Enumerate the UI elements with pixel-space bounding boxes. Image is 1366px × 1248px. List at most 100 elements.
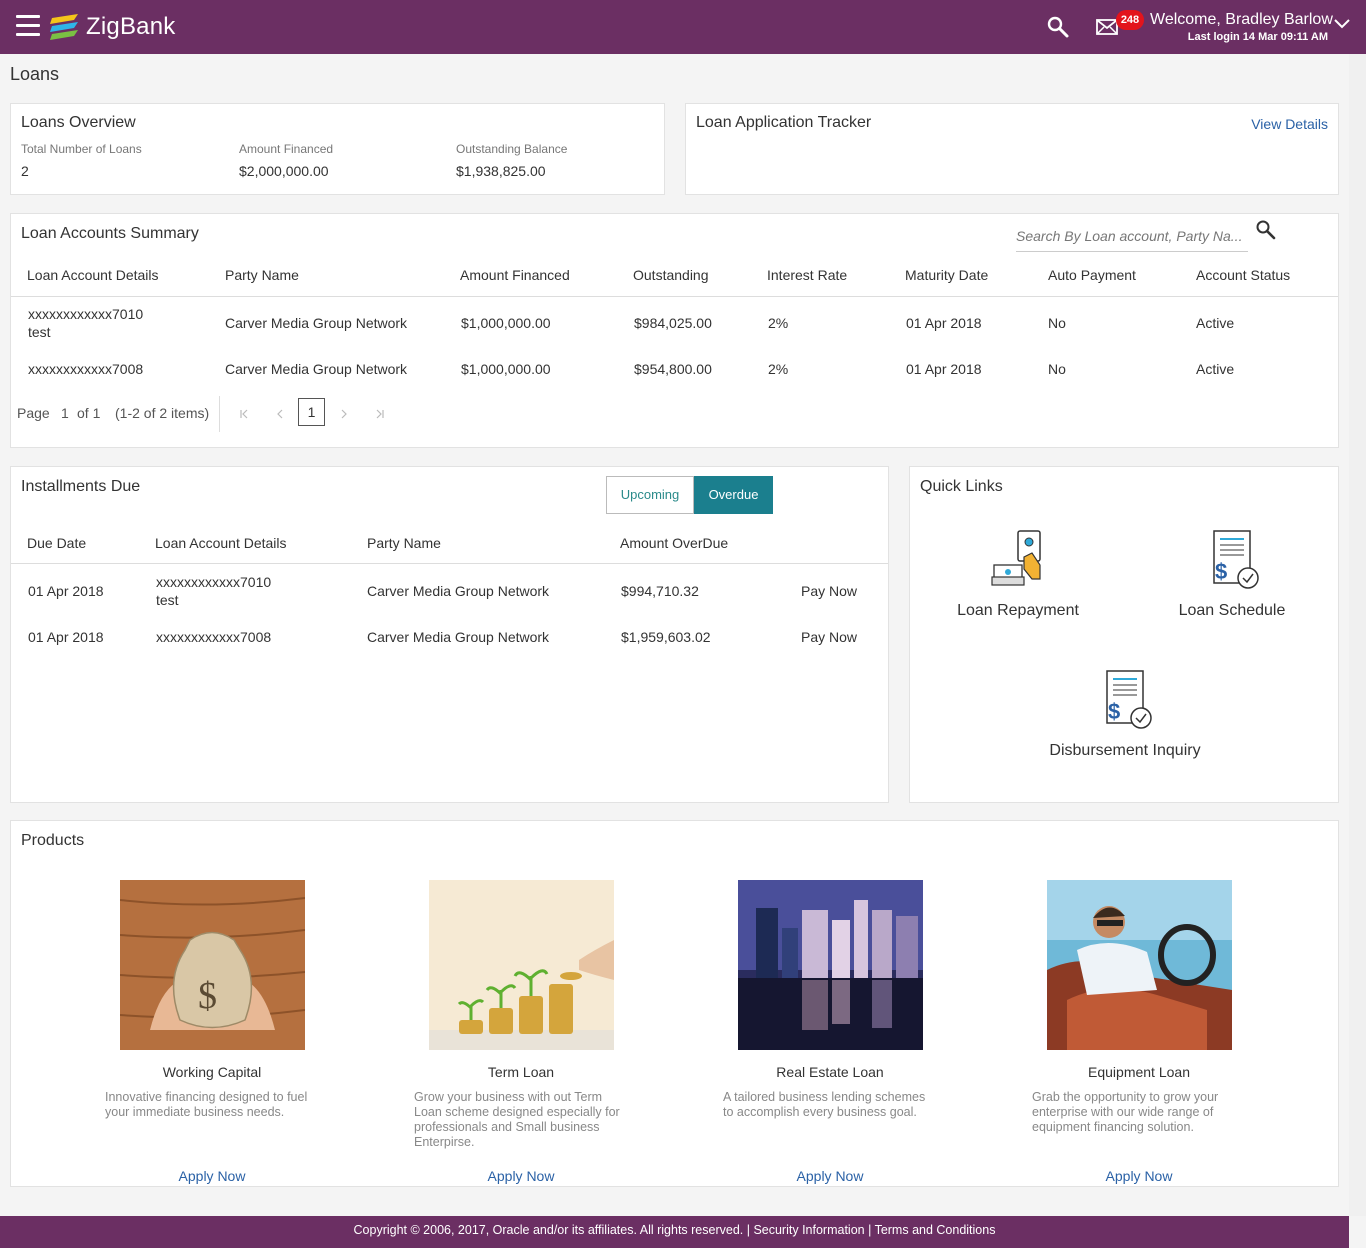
quick-link-loan-repayment[interactable]: Loan Repayment bbox=[938, 527, 1098, 620]
pay-now-link[interactable]: Pay Now bbox=[801, 583, 857, 599]
search-input[interactable] bbox=[1016, 228, 1250, 244]
apply-now-link[interactable]: Apply Now bbox=[92, 1168, 332, 1184]
disbursement-inquiry-icon: $ bbox=[1106, 670, 1152, 729]
equipment-loan-image bbox=[1046, 880, 1232, 1050]
account-status: Active bbox=[1196, 315, 1235, 331]
col-party-name[interactable]: Party Name bbox=[225, 267, 299, 283]
last-page-icon[interactable] bbox=[375, 409, 385, 419]
loan-account-link[interactable]: xxxxxxxxxxxx7008 bbox=[156, 629, 271, 645]
maturity-date: 01 Apr 2018 bbox=[906, 361, 982, 377]
chevron-down-icon[interactable] bbox=[1334, 18, 1350, 30]
party-name: Carver Media Group Network bbox=[367, 629, 550, 645]
interest-rate: 2% bbox=[768, 315, 789, 331]
col-party-name[interactable]: Party Name bbox=[367, 535, 441, 551]
product-working-capital: $ Working Capital Innovative financing d… bbox=[92, 880, 332, 1184]
amount-financed-value: $2,000,000.00 bbox=[239, 163, 329, 179]
maturity-date: 01 Apr 2018 bbox=[906, 315, 982, 331]
amount-financed-label: Amount Financed bbox=[239, 142, 334, 156]
due-date: 01 Apr 2018 bbox=[28, 583, 104, 599]
previous-page-icon[interactable] bbox=[275, 409, 285, 419]
col-maturity-date[interactable]: Maturity Date bbox=[905, 267, 988, 283]
col-outstanding[interactable]: Outstanding bbox=[633, 267, 709, 283]
outstanding-balance-value: $1,938,825.00 bbox=[456, 163, 546, 179]
summary-title: Loan Accounts Summary bbox=[21, 225, 199, 242]
quick-link-disbursement-inquiry[interactable]: $ Disbursement Inquiry bbox=[1030, 667, 1220, 760]
working-capital-image: $ bbox=[119, 880, 305, 1050]
total-loans-value: 2 bbox=[21, 163, 29, 179]
loans-overview-title: Loans Overview bbox=[21, 114, 136, 131]
col-interest-rate[interactable]: Interest Rate bbox=[767, 267, 847, 283]
pay-now-link[interactable]: Pay Now bbox=[801, 629, 857, 645]
installments-title: Installments Due bbox=[21, 478, 141, 495]
notification-badge[interactable]: 248 bbox=[1116, 10, 1144, 30]
welcome-text[interactable]: Welcome, Bradley Barlow bbox=[1150, 11, 1333, 29]
account-status: Active bbox=[1196, 361, 1235, 377]
pager-page-number[interactable]: 1 bbox=[61, 405, 69, 421]
view-details-link[interactable]: View Details bbox=[1251, 116, 1328, 132]
party-name: Carver Media Group Network bbox=[225, 315, 408, 331]
table-header-divider bbox=[11, 563, 888, 564]
last-login: Last login 14 Mar 09:11 AM bbox=[1187, 31, 1328, 43]
party-name: Carver Media Group Network bbox=[225, 361, 408, 377]
product-real-estate-loan: Real Estate Loan A tailored business len… bbox=[710, 880, 950, 1184]
logo[interactable]: ZigBank bbox=[48, 11, 175, 43]
auto-payment: No bbox=[1048, 361, 1066, 377]
products-title: Products bbox=[21, 832, 85, 849]
first-page-icon[interactable] bbox=[239, 409, 249, 419]
pager-of: of 1 bbox=[77, 405, 101, 421]
mail-icon[interactable] bbox=[1096, 18, 1118, 36]
product-equipment-loan: Equipment Loan Grab the opportunity to g… bbox=[1019, 880, 1259, 1184]
pager-page-label: Page bbox=[17, 405, 50, 421]
current-page-button[interactable]: 1 bbox=[298, 398, 325, 426]
col-loan-account-details[interactable]: Loan Account Details bbox=[27, 267, 159, 283]
apply-now-link[interactable]: Apply Now bbox=[710, 1168, 950, 1184]
search-field[interactable] bbox=[1016, 220, 1250, 252]
col-amount-financed[interactable]: Amount Financed bbox=[460, 267, 570, 283]
installments-due-card: Installments Due Upcoming Overdue Due Da… bbox=[10, 466, 889, 803]
scrollbar[interactable] bbox=[1349, 54, 1366, 1216]
product-description: Grab the opportunity to grow your enterp… bbox=[1032, 1090, 1219, 1134]
apply-now-link[interactable]: Apply Now bbox=[401, 1168, 641, 1184]
quick-link-loan-schedule[interactable]: $ Loan Schedule bbox=[1152, 527, 1312, 620]
total-loans-label: Total Number of Loans bbox=[21, 142, 142, 156]
interest-rate: 2% bbox=[768, 361, 789, 377]
amount-overdue: $1,959,603.02 bbox=[621, 629, 711, 645]
menu-icon[interactable] bbox=[16, 15, 40, 37]
products-card: Products $ Working Capital Innovative fi… bbox=[10, 820, 1339, 1187]
account-note: test bbox=[28, 324, 51, 340]
auto-payment: No bbox=[1048, 315, 1066, 331]
disbursement-inquiry-label: Disbursement Inquiry bbox=[1049, 742, 1201, 759]
col-loan-account-details[interactable]: Loan Account Details bbox=[155, 535, 287, 551]
col-account-status[interactable]: Account Status bbox=[1196, 267, 1290, 283]
loan-account-link[interactable]: xxxxxxxxxxxx7010 bbox=[156, 574, 271, 590]
next-page-icon[interactable] bbox=[339, 409, 349, 419]
col-amount-overdue[interactable]: Amount OverDue bbox=[620, 535, 728, 551]
loan-repayment-icon bbox=[991, 530, 1041, 586]
search-icon[interactable] bbox=[1255, 219, 1277, 241]
apply-now-link[interactable]: Apply Now bbox=[1019, 1168, 1259, 1184]
loan-account-link[interactable]: xxxxxxxxxxxx7008 bbox=[28, 361, 143, 377]
term-loan-image bbox=[428, 880, 614, 1050]
table-header-divider bbox=[11, 296, 1338, 297]
outstanding: $954,800.00 bbox=[634, 361, 712, 377]
loans-overview-card: Loans Overview Total Number of Loans 2 A… bbox=[10, 103, 665, 195]
amount-overdue: $994,710.32 bbox=[621, 583, 699, 599]
tab-upcoming[interactable]: Upcoming bbox=[606, 476, 694, 514]
svg-text:$: $ bbox=[198, 975, 217, 1017]
outstanding: $984,025.00 bbox=[634, 315, 712, 331]
col-auto-payment[interactable]: Auto Payment bbox=[1048, 267, 1136, 283]
loan-schedule-label: Loan Schedule bbox=[1178, 602, 1286, 619]
amount-financed: $1,000,000.00 bbox=[461, 361, 551, 377]
search-icon[interactable] bbox=[1046, 15, 1070, 39]
product-term-loan: Term Loan Grow your business with out Te… bbox=[401, 880, 641, 1184]
outstanding-balance-label: Outstanding Balance bbox=[456, 142, 568, 156]
loan-account-link[interactable]: xxxxxxxxxxxx7010 bbox=[28, 306, 143, 322]
brand-name: ZigBank bbox=[86, 13, 176, 40]
top-bar: ZigBank 248 Welcome, Bradley Barlow Last… bbox=[0, 0, 1366, 54]
product-description: Grow your business with out Term Loan sc… bbox=[414, 1090, 620, 1149]
col-due-date[interactable]: Due Date bbox=[27, 535, 86, 551]
quick-links-card: Quick Links Loan Repayment $ Loan Schedu… bbox=[909, 466, 1339, 803]
product-name: Real Estate Loan bbox=[776, 1064, 884, 1080]
tab-overdue[interactable]: Overdue bbox=[694, 476, 773, 514]
quick-links-title: Quick Links bbox=[920, 478, 1003, 495]
